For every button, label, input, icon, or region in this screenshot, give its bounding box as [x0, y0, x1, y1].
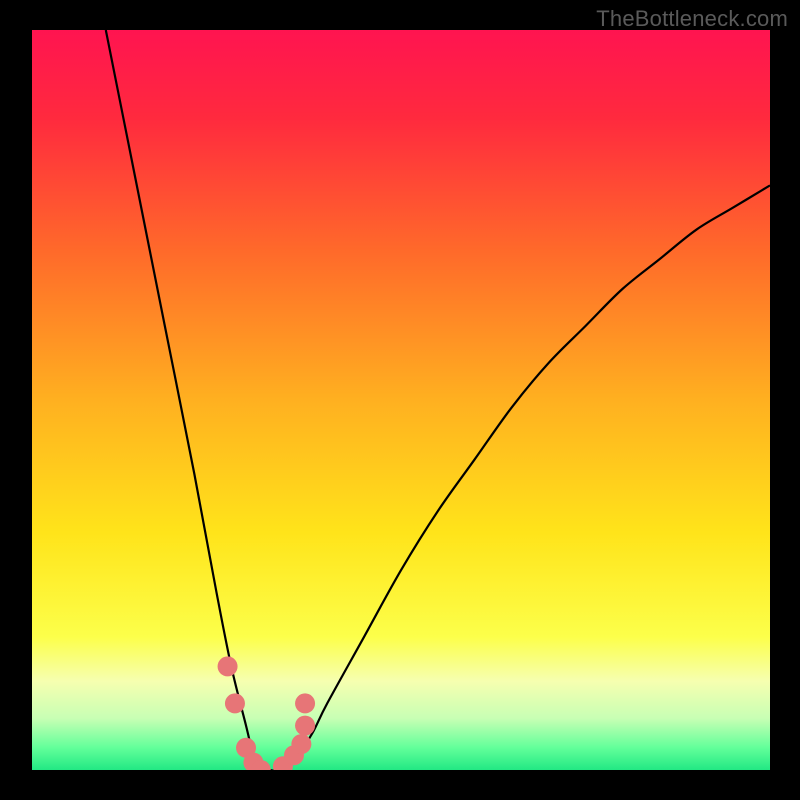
marker-dot	[218, 656, 238, 676]
marker-dot	[291, 734, 311, 754]
plot-area	[32, 30, 770, 770]
marker-dot	[295, 716, 315, 736]
gradient-background	[32, 30, 770, 770]
chart-frame: TheBottleneck.com	[0, 0, 800, 800]
marker-dot	[225, 693, 245, 713]
bottleneck-plot	[32, 30, 770, 770]
watermark-text: TheBottleneck.com	[596, 6, 788, 32]
marker-dot	[295, 693, 315, 713]
